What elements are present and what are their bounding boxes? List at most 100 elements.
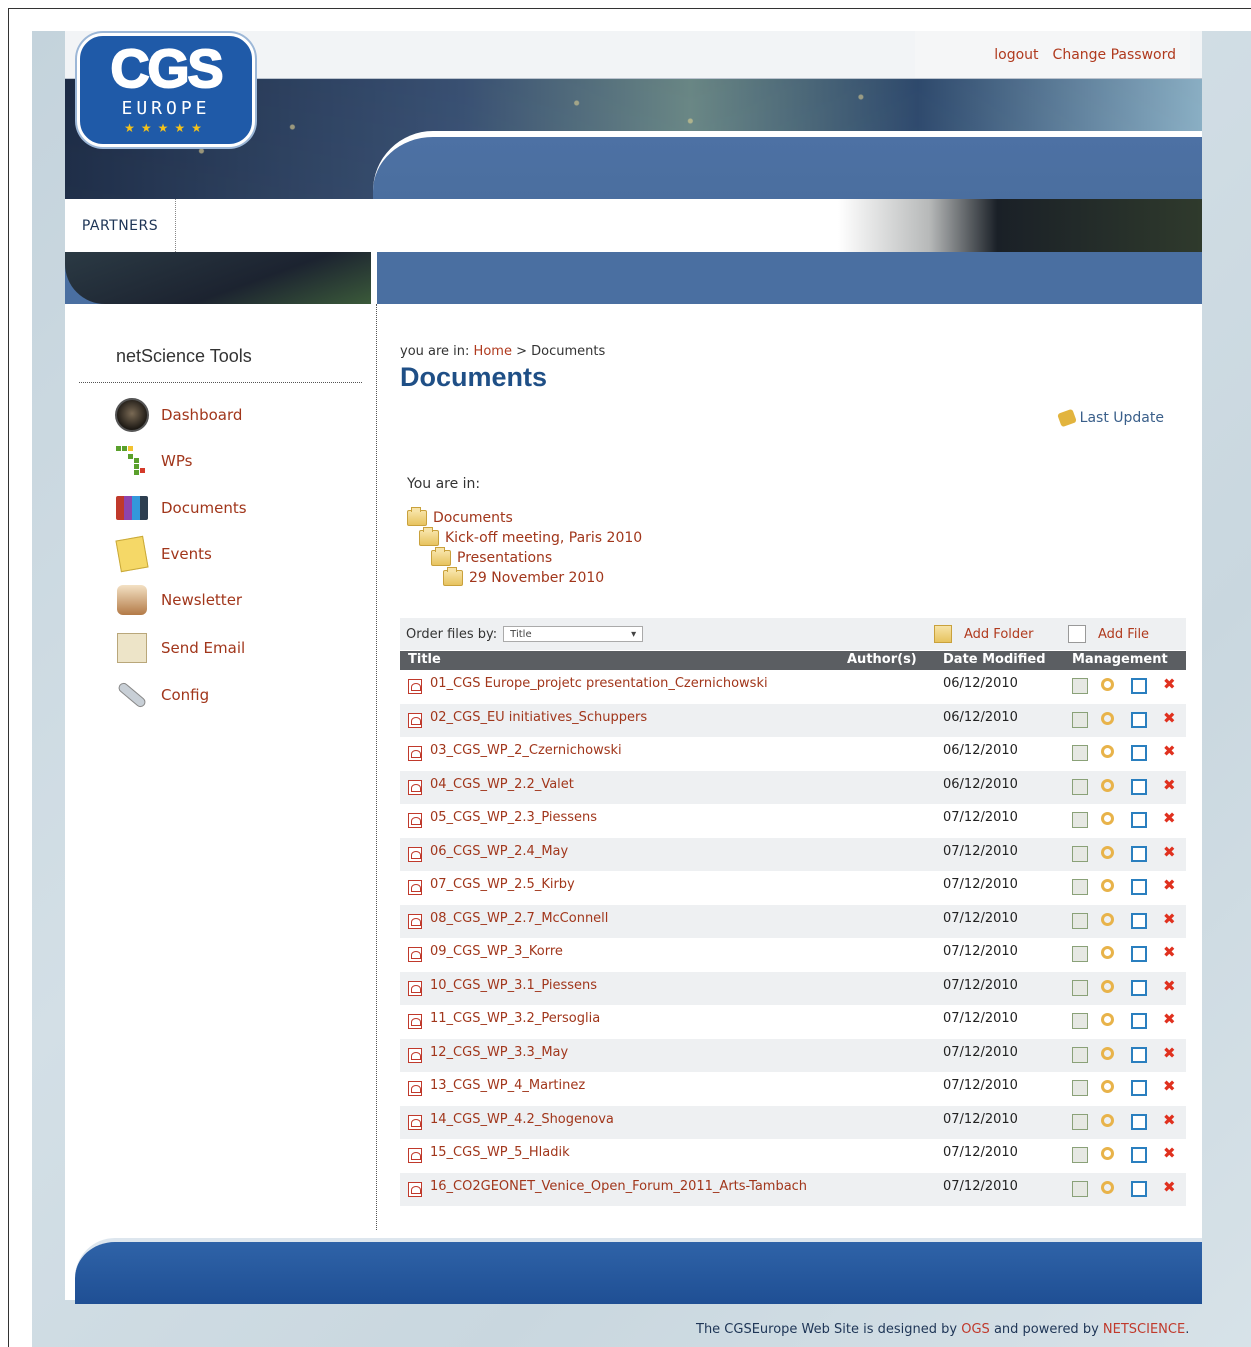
download-icon[interactable] [1072,778,1088,795]
file-title-link[interactable]: 10_CGS_WP_3.1_Piessens [430,978,597,993]
edit-icon[interactable] [1131,678,1147,694]
download-icon[interactable] [1072,745,1088,761]
delete-icon[interactable]: ✖ [1163,1144,1176,1162]
col-authors[interactable]: Author(s) [847,652,917,667]
file-title-link[interactable]: 08_CGS_WP_2.7_McConnell [430,911,608,926]
edit-icon[interactable] [1131,912,1147,929]
change-password-link[interactable]: Change Password [1053,47,1176,63]
delete-icon[interactable]: ✖ [1163,843,1176,861]
delete-icon[interactable]: ✖ [1163,876,1176,894]
view-icon[interactable] [1101,1147,1114,1160]
download-icon[interactable] [1072,1046,1088,1063]
edit-icon[interactable] [1131,1113,1147,1130]
download-icon[interactable] [1072,845,1088,862]
delete-icon[interactable]: ✖ [1163,675,1176,693]
delete-icon[interactable]: ✖ [1163,1010,1176,1028]
file-title-link[interactable]: 12_CGS_WP_3.3_May [430,1045,568,1060]
file-title-link[interactable]: 02_CGS_EU initiatives_Schuppers [430,710,647,725]
delete-icon[interactable]: ✖ [1163,776,1176,794]
view-icon[interactable] [1101,745,1114,758]
cgs-europe-logo[interactable]: CGS EUROPE ★★★★★ [77,33,255,147]
powered-by-link[interactable]: NETSCIENCE [1103,1322,1185,1337]
sidebar-item-documents[interactable]: Documents [115,488,247,528]
sidebar-item-send-email[interactable]: Send Email [115,628,245,668]
view-icon[interactable] [1101,711,1114,725]
file-title-link[interactable]: 01_CGS Europe_projetc presentation_Czern… [430,676,768,691]
file-title-link[interactable]: 16_CO2GEONET_Venice_Open_Forum_2011_Arts… [430,1179,807,1194]
delete-icon[interactable]: ✖ [1163,809,1176,827]
file-title-link[interactable]: 06_CGS_WP_2.4_May [430,844,568,859]
edit-icon[interactable] [1131,845,1147,862]
edit-icon[interactable] [1131,1147,1147,1163]
download-icon[interactable] [1072,812,1088,828]
delete-icon[interactable]: ✖ [1163,943,1176,961]
delete-icon[interactable]: ✖ [1163,1077,1176,1095]
download-icon[interactable] [1072,879,1088,895]
delete-icon[interactable]: ✖ [1163,910,1176,928]
view-icon[interactable] [1101,1080,1114,1093]
download-icon[interactable] [1072,678,1088,694]
file-title-link[interactable]: 14_CGS_WP_4.2_Shogenova [430,1112,614,1127]
delete-icon[interactable]: ✖ [1163,709,1176,727]
download-icon[interactable] [1072,711,1088,728]
file-title-link[interactable]: 13_CGS_WP_4_Martinez [430,1078,585,1093]
folder-tree-item[interactable]: Kick-off meeting, Paris 2010 [407,527,642,548]
delete-icon[interactable]: ✖ [1163,1111,1176,1129]
edit-icon[interactable] [1131,1080,1147,1096]
file-title-link[interactable]: 09_CGS_WP_3_Korre [430,944,563,959]
view-icon[interactable] [1101,1180,1114,1194]
edit-icon[interactable] [1131,1180,1147,1197]
order-files-select[interactable]: Title ▾ [503,626,644,642]
edit-icon[interactable] [1131,711,1147,728]
folder-tree-item[interactable]: 29 November 2010 [407,567,642,588]
file-title-link[interactable]: 11_CGS_WP_3.2_Persoglia [430,1011,600,1026]
file-title-link[interactable]: 15_CGS_WP_5_Hladik [430,1145,570,1160]
edit-icon[interactable] [1131,879,1147,895]
view-icon[interactable] [1101,678,1114,691]
edit-icon[interactable] [1131,946,1147,962]
col-title[interactable]: Title [408,652,441,667]
logout-link[interactable]: logout [994,47,1038,63]
sidebar-item-dashboard[interactable]: Dashboard [115,395,242,435]
sidebar-item-wps[interactable]: WPs [115,441,192,481]
col-date-modified[interactable]: Date Modified [943,652,1046,667]
view-icon[interactable] [1101,1013,1114,1026]
view-icon[interactable] [1101,845,1114,859]
view-icon[interactable] [1101,1046,1114,1060]
download-icon[interactable] [1072,946,1088,962]
edit-icon[interactable] [1131,1046,1147,1063]
breadcrumb-home-link[interactable]: Home [474,344,512,359]
view-icon[interactable] [1101,879,1114,892]
delete-icon[interactable]: ✖ [1163,1178,1176,1196]
edit-icon[interactable] [1131,979,1147,996]
edit-icon[interactable] [1131,812,1147,828]
nav-item-partners[interactable]: PARTNERS [65,199,176,252]
delete-icon[interactable]: ✖ [1163,1044,1176,1062]
file-title-link[interactable]: 03_CGS_WP_2_Czernichowski [430,743,622,758]
view-icon[interactable] [1101,812,1114,825]
sidebar-item-config[interactable]: Config [115,675,209,715]
folder-tree-item[interactable]: Documents [407,507,642,528]
view-icon[interactable] [1101,1113,1114,1127]
last-update-button[interactable]: Last Update [1056,408,1164,428]
view-icon[interactable] [1101,912,1114,926]
download-icon[interactable] [1072,1180,1088,1197]
view-icon[interactable] [1101,778,1114,792]
designer-link[interactable]: OGS [961,1322,990,1337]
delete-icon[interactable]: ✖ [1163,977,1176,995]
edit-icon[interactable] [1131,745,1147,761]
delete-icon[interactable]: ✖ [1163,742,1176,760]
download-icon[interactable] [1072,1013,1088,1029]
view-icon[interactable] [1101,979,1114,993]
edit-icon[interactable] [1131,1013,1147,1029]
download-icon[interactable] [1072,1147,1088,1163]
download-icon[interactable] [1072,912,1088,929]
file-title-link[interactable]: 04_CGS_WP_2.2_Valet [430,777,574,792]
edit-icon[interactable] [1131,778,1147,795]
file-title-link[interactable]: 07_CGS_WP_2.5_Kirby [430,877,575,892]
view-icon[interactable] [1101,946,1114,959]
add-file-button[interactable]: Add File [1068,625,1149,643]
sidebar-item-events[interactable]: Events [115,534,212,574]
folder-tree-item[interactable]: Presentations [407,547,642,568]
sidebar-item-newsletter[interactable]: Newsletter [115,580,242,620]
